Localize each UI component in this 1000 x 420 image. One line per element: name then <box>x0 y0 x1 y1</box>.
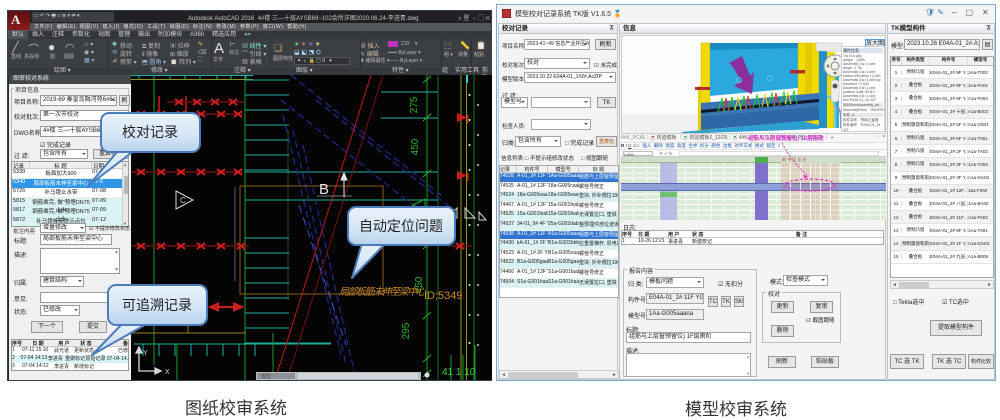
svg-text:ID:5349: ID:5349 <box>424 290 463 302</box>
svg-text:B: B <box>319 181 329 198</box>
svg-text:275: 275 <box>409 96 420 113</box>
svg-text:41 1 10: 41 1 10 <box>442 367 476 378</box>
svg-text:Y: Y <box>143 350 148 357</box>
svg-text:450: 450 <box>410 138 421 155</box>
svg-text:局部板筋未伸至梁中心: 局部板筋未伸至梁中心 <box>339 286 427 298</box>
svg-text:模型: 模型 <box>261 373 271 380</box>
svg-text:X: X <box>165 369 170 376</box>
svg-text:295: 295 <box>401 322 412 339</box>
svg-text:C: C <box>180 196 186 205</box>
